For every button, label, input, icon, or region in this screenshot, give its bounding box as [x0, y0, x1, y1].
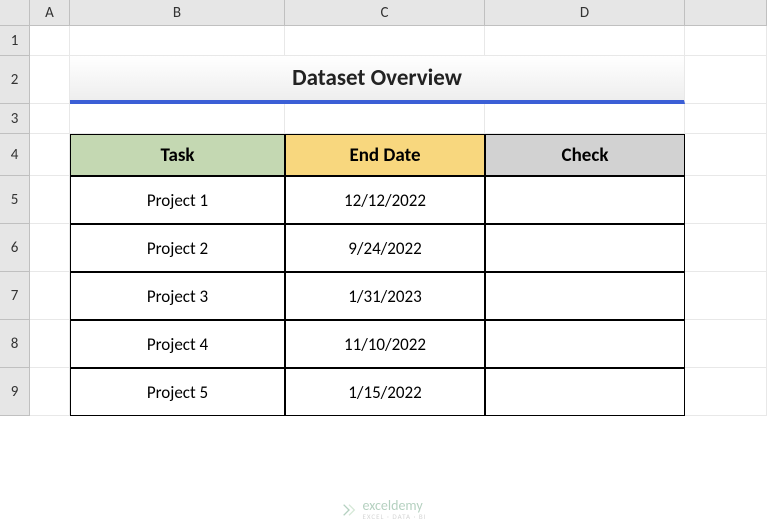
watermark-text: exceldemy EXCEL · DATA · BI: [362, 499, 426, 520]
cell-e7[interactable]: [685, 272, 767, 320]
row-header-8[interactable]: 8: [0, 320, 30, 368]
cell-d8[interactable]: [485, 320, 685, 368]
cell-d6[interactable]: [485, 224, 685, 272]
cell-b6[interactable]: Project 2: [70, 224, 285, 272]
cell-b5[interactable]: Project 1: [70, 176, 285, 224]
cell-e9[interactable]: [685, 368, 767, 416]
cell-c3[interactable]: [285, 104, 485, 134]
cell-a8[interactable]: [30, 320, 70, 368]
header-task[interactable]: Task: [70, 134, 285, 176]
cell-a2[interactable]: [30, 56, 70, 104]
row-header-2[interactable]: 2: [0, 56, 30, 104]
header-end-date[interactable]: End Date: [285, 134, 485, 176]
cell-c8[interactable]: 11/10/2022: [285, 320, 485, 368]
cell-e5[interactable]: [685, 176, 767, 224]
cell-e6[interactable]: [685, 224, 767, 272]
cell-c6[interactable]: 9/24/2022: [285, 224, 485, 272]
cell-a6[interactable]: [30, 224, 70, 272]
col-header-d[interactable]: D: [485, 0, 685, 26]
col-header-blank[interactable]: [685, 0, 767, 26]
cell-d3[interactable]: [485, 104, 685, 134]
cell-c7[interactable]: 1/31/2023: [285, 272, 485, 320]
cell-d9[interactable]: [485, 368, 685, 416]
cell-a7[interactable]: [30, 272, 70, 320]
title-cell[interactable]: Dataset Overview: [70, 56, 685, 104]
cell-d5[interactable]: [485, 176, 685, 224]
header-check[interactable]: Check: [485, 134, 685, 176]
col-header-b[interactable]: B: [70, 0, 285, 26]
col-header-a[interactable]: A: [30, 0, 70, 26]
watermark-sub: EXCEL · DATA · BI: [362, 513, 426, 520]
cell-b3[interactable]: [70, 104, 285, 134]
cell-e3[interactable]: [685, 104, 767, 134]
row-header-4[interactable]: 4: [0, 134, 30, 176]
cell-a9[interactable]: [30, 368, 70, 416]
cell-c9[interactable]: 1/15/2022: [285, 368, 485, 416]
cell-c5[interactable]: 12/12/2022: [285, 176, 485, 224]
row-header-3[interactable]: 3: [0, 104, 30, 134]
cell-e2[interactable]: [685, 56, 767, 104]
cell-d7[interactable]: [485, 272, 685, 320]
cell-a3[interactable]: [30, 104, 70, 134]
cell-b8[interactable]: Project 4: [70, 320, 285, 368]
row-header-9[interactable]: 9: [0, 368, 30, 416]
select-all-corner[interactable]: [0, 0, 30, 26]
watermark-main: exceldemy: [362, 499, 426, 513]
row-header-1[interactable]: 1: [0, 26, 30, 56]
cell-e8[interactable]: [685, 320, 767, 368]
cell-a5[interactable]: [30, 176, 70, 224]
row-header-6[interactable]: 6: [0, 224, 30, 272]
cell-b1[interactable]: [70, 26, 285, 56]
col-header-c[interactable]: C: [285, 0, 485, 26]
exceldemy-logo-icon: [340, 502, 356, 518]
cell-e1[interactable]: [685, 26, 767, 56]
row-header-7[interactable]: 7: [0, 272, 30, 320]
cell-a1[interactable]: [30, 26, 70, 56]
cell-e4[interactable]: [685, 134, 767, 176]
row-header-5[interactable]: 5: [0, 176, 30, 224]
cell-a4[interactable]: [30, 134, 70, 176]
watermark: exceldemy EXCEL · DATA · BI: [340, 499, 426, 520]
cell-b7[interactable]: Project 3: [70, 272, 285, 320]
cell-c1[interactable]: [285, 26, 485, 56]
cell-d1[interactable]: [485, 26, 685, 56]
spreadsheet-grid: A B C D 1 2 Dataset Overview 3 4 Task En…: [0, 0, 767, 416]
cell-b9[interactable]: Project 5: [70, 368, 285, 416]
